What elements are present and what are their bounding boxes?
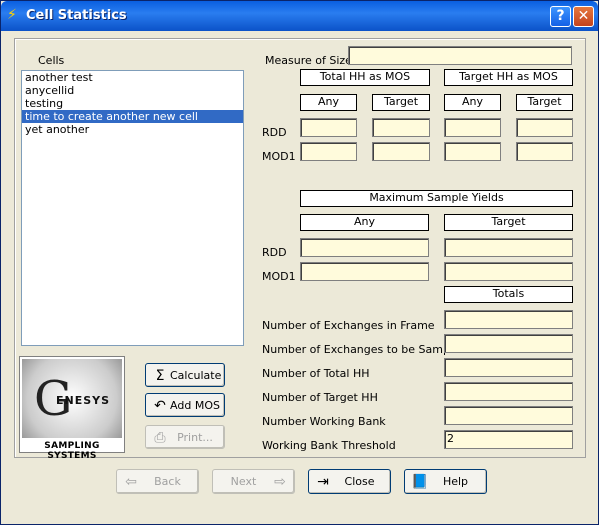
door-exit-icon: ⇥ [317,474,329,490]
calculate-label: Calculate [170,369,222,382]
total-hh-label: Number of Total HH [262,367,370,380]
logo-word: ENESYS [56,394,111,407]
close-label: Close [344,475,375,488]
yields-mod1-target-field[interactable] [444,262,573,281]
undo-arrow-icon: ↶ [154,398,166,414]
mos-rdd-total-any-field[interactable] [300,118,357,137]
cells-label: Cells [38,54,65,67]
sigma-icon: Σ [155,368,165,384]
total-hh-mos-header: Total HH as MOS [300,69,430,86]
cell-statistics-window: ⚡ Cell Statistics ? ✕ Cells another test… [0,0,599,525]
mos-total-target-header: Target [372,94,430,111]
yields-rdd-target-field[interactable] [444,238,573,257]
lightning-icon: ⚡ [7,7,17,23]
totals-header: Totals [444,286,573,303]
printer-icon: ⎙ [154,430,166,446]
yields-mod1-any-field[interactable] [300,262,429,281]
close-button[interactable]: ⇥ Close [308,469,391,494]
working-bank-threshold-label: Working Bank Threshold [262,439,396,452]
mos-mod1-target-any-field[interactable] [444,142,501,161]
total-hh-field[interactable] [444,358,573,377]
window-title: Cell Statistics [26,8,127,23]
target-hh-label: Number of Target HH [262,391,378,404]
mos-mod1-target-target-field[interactable] [516,142,573,161]
logo-emblem: G ENESYS [22,359,122,438]
back-button[interactable]: ⇦ Back [116,469,199,494]
yields-mod1-label: MOD1 [262,270,296,283]
add-mos-label: Add MOS [170,399,220,412]
mos-target-target-header: Target [516,94,573,111]
print-button[interactable]: ⎙ Print... [145,425,225,449]
cells-listbox[interactable]: another test anycellid testing time to c… [21,70,244,346]
add-mos-button[interactable]: ↶ Add MOS [145,393,225,417]
yields-target-header: Target [444,214,573,231]
exchanges-in-frame-label: Number of Exchanges in Frame [262,319,435,332]
mos-target-any-header: Any [444,94,501,111]
exchanges-to-be-sampled-label: Number of Exchanges to be Sampled [262,343,467,356]
help-book-icon: 📘 [411,474,429,490]
mos-mod1-total-target-field[interactable] [372,142,430,161]
yields-rdd-label: RDD [262,246,287,259]
print-label: Print... [177,431,213,444]
max-sample-yields-header: Maximum Sample Yields [300,190,573,207]
target-hh-field[interactable] [444,382,573,401]
help-button[interactable]: 📘 Help [404,469,487,494]
list-item[interactable]: yet another [22,123,243,136]
title-help-button[interactable]: ? [550,6,571,27]
working-bank-label: Number Working Bank [262,415,386,428]
genesys-logo: G ENESYS SAMPLING SYSTEMS [19,356,125,461]
next-label: Next [230,475,257,488]
title-bar[interactable]: ⚡ Cell Statistics ? ✕ [1,1,598,31]
list-item[interactable]: another test [22,71,243,84]
measure-of-size-label: Measure of Size [265,54,352,67]
mos-rdd-label: RDD [262,126,287,139]
help-label: Help [442,475,469,488]
logo-subtitle: SAMPLING SYSTEMS [44,441,100,461]
target-hh-mos-header: Target HH as MOS [444,69,573,86]
calculate-button[interactable]: Σ Calculate [145,363,225,387]
title-close-button[interactable]: ✕ [573,6,594,27]
working-bank-threshold-field[interactable]: 2 [444,430,573,449]
next-arrow-icon: ⇨ [274,474,286,490]
next-button[interactable]: Next ⇨ [212,469,295,494]
exchanges-in-frame-field[interactable] [444,310,573,329]
yields-any-header: Any [300,214,429,231]
mos-mod1-label: MOD1 [262,150,296,163]
mos-rdd-target-any-field[interactable] [444,118,501,137]
working-bank-field[interactable] [444,406,573,425]
measure-of-size-field[interactable] [348,46,572,65]
back-label: Back [154,475,181,488]
list-item[interactable]: time to create another new cell [22,110,243,123]
list-item[interactable]: testing [22,97,243,110]
mos-rdd-target-target-field[interactable] [516,118,573,137]
mos-rdd-total-target-field[interactable] [372,118,430,137]
back-arrow-icon: ⇦ [125,474,137,490]
yields-rdd-any-field[interactable] [300,238,429,257]
exchanges-to-be-sampled-field[interactable] [444,334,573,353]
list-item[interactable]: anycellid [22,84,243,97]
mos-mod1-total-any-field[interactable] [300,142,357,161]
mos-total-any-header: Any [300,94,357,111]
